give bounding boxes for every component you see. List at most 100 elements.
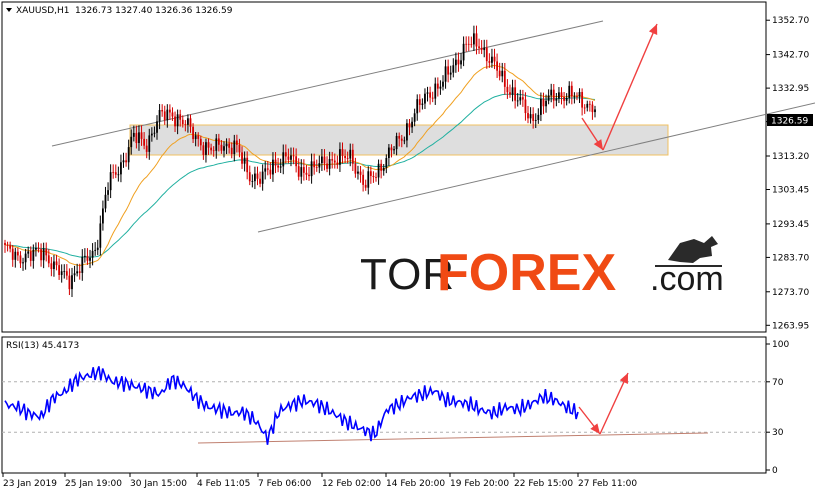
time-tick-label: 30 Jan 15:00 [130,479,187,489]
candle-body [158,110,161,122]
candle-body [248,172,251,182]
candle-body [120,162,122,175]
price-tick-label: 1273.70 [772,288,809,298]
candle-body [359,171,362,175]
candle-body [220,144,223,151]
price-tick-label: 1313.20 [772,152,809,162]
candle-body [568,85,571,98]
candle-body [527,113,529,119]
candle-body [189,118,192,127]
candle-body [58,265,61,275]
symbol-label: XAUUSD,H1 [16,6,70,16]
candle-body [511,87,514,95]
candle-body [537,114,540,121]
price-tick-label: 1342.70 [772,51,809,61]
candle-body [81,256,84,273]
candle-body [439,86,442,89]
candle-body [24,253,27,263]
candle-body [184,124,187,126]
candle-body [125,160,127,163]
candle-body [393,149,395,151]
time-tick-label: 25 Jan 19:00 [65,479,122,489]
time-axis[interactable]: 23 Jan 2019 25 Jan 19:00 30 Jan 15:00 4 Feb… [2,473,637,489]
candle-body [145,145,148,152]
candle-body [207,142,210,148]
candle-body [413,113,416,122]
candle-body [76,271,79,274]
candle-body [478,46,480,48]
current-price-text: 1326.59 [771,117,808,127]
candle-body [290,155,292,160]
candle-body [122,160,125,163]
candle-body [89,257,91,261]
candle-body [320,156,323,164]
candle-body [429,92,432,98]
candle-body [539,98,542,115]
candle-body [444,66,447,82]
candle-body [45,248,48,256]
candle-body [588,103,591,105]
candle-body [498,70,501,77]
rsi-panel[interactable] [1,336,767,474]
candle-body [586,103,589,108]
rsi-axis[interactable]: 100 70 30 0 [766,340,789,476]
candle-body [431,97,434,99]
candle-body [460,60,462,65]
candle-body [78,271,81,273]
candle-body [68,275,71,290]
candle-body [99,223,102,248]
candle-body [467,43,470,45]
candle-body [565,97,568,101]
candle-body [274,159,277,166]
price-axis[interactable]: 1352.701342.701332.951323.201313.201303.… [766,16,809,331]
logo-text-forex: FOREX [437,244,616,302]
candle-body [295,156,298,167]
candle-body [506,86,509,93]
candle-body [387,147,390,159]
candle-body [32,249,35,261]
trading-chart[interactable]: TOR FOREX .com 1352.701342.701332.951323… [0,0,815,494]
candle-body [503,70,506,87]
candle-body [9,245,12,249]
candle-body [519,97,522,101]
candle-body [243,157,246,164]
candle-body [488,61,491,63]
price-tick-label: 1263.95 [772,321,809,331]
candle-body [395,135,398,150]
time-tick-label: 7 Feb 06:00 [258,479,312,489]
candle-body [563,96,565,101]
candle-body [344,155,346,158]
candle-body [473,33,475,45]
candle-body [336,162,339,165]
candle-body [560,92,563,97]
candle-body [408,123,411,128]
candle-body [50,263,53,270]
candle-body [390,147,393,151]
rsi-tick-label: 0 [772,466,778,476]
candle-body [104,194,107,209]
candle-body [16,251,19,256]
candle-body [256,173,259,179]
candle-body [187,118,189,125]
candle-body [269,169,272,175]
candle-body [308,174,310,177]
candle-body [550,89,553,96]
candle-body [279,166,282,168]
candle-body [102,208,104,224]
candle-body [524,99,527,114]
candle-body [287,156,290,160]
candle-body [112,172,115,173]
candle-body [400,138,403,141]
candle-body [176,114,179,127]
candle-body [416,99,419,114]
candle-body [403,140,406,142]
candle-body [385,158,388,168]
candle-body [150,133,153,136]
candle-body [491,56,493,63]
candle-body [323,156,326,164]
candle-body [6,244,9,246]
candle-body [228,143,231,148]
candle-body [230,147,233,155]
time-tick-label: 4 Feb 11:05 [197,479,250,489]
candle-body [581,92,584,108]
